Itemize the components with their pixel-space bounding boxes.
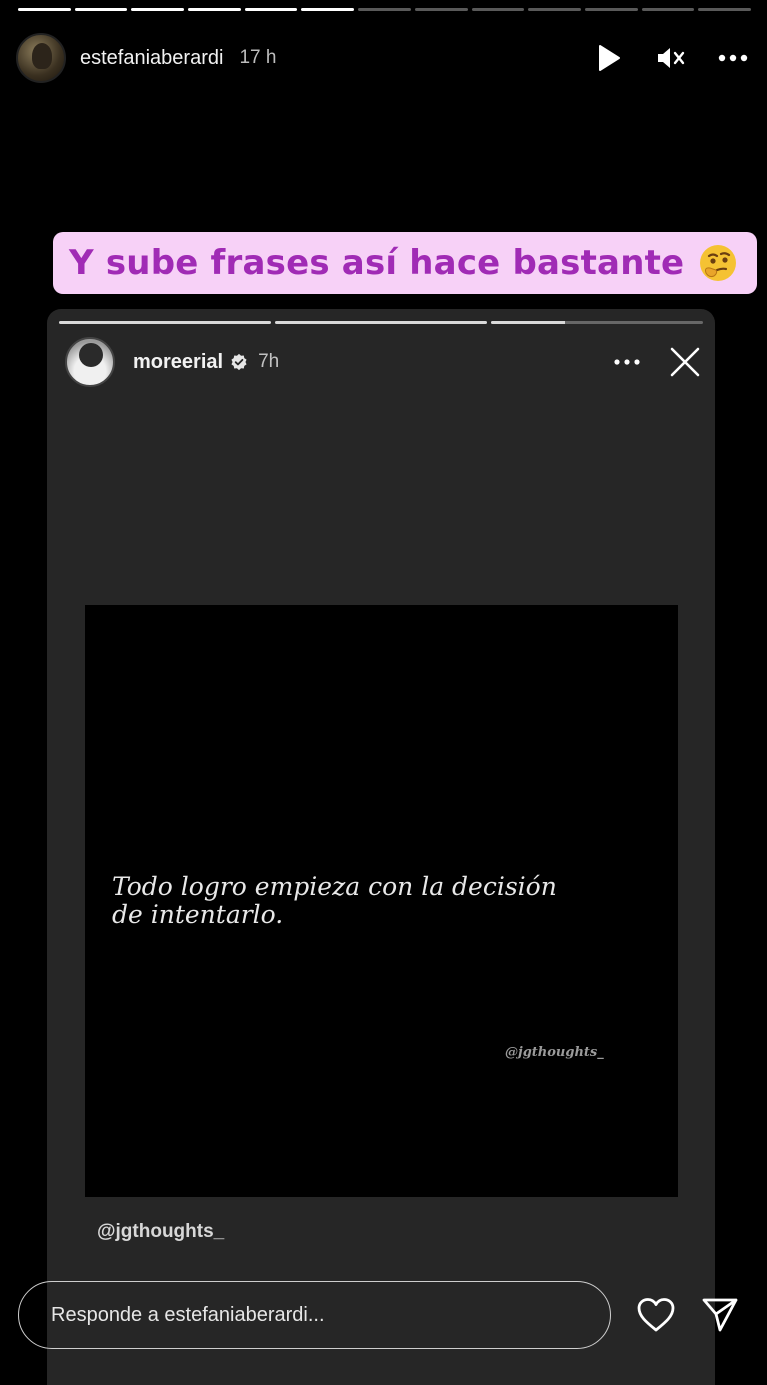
story-header: estefaniaberardi 17 h [16,32,751,84]
progress-segment [358,8,411,11]
story-username[interactable]: estefaniaberardi [80,47,223,70]
close-icon [667,344,703,380]
reply-input[interactable] [51,1303,571,1327]
more-horizontal-icon [609,344,645,380]
heart-icon[interactable] [634,1293,678,1337]
story-progress-bar [18,8,751,11]
play-icon[interactable] [591,40,627,76]
progress-segment [641,8,695,11]
progress-segment [188,8,241,11]
sticker-text: Y sube frases así hace bastante [69,243,685,283]
more-horizontal-icon[interactable] [715,40,751,76]
embedded-progress-segment [491,321,703,324]
story-actions [591,40,751,76]
embedded-story-screenshot: moreerial 7h Todo logro empieza con la d… [47,309,715,1385]
quote-text: Todo logro empieza con la decisión de in… [112,873,592,929]
mention-sticker: @jgthoughts_ [97,1221,225,1242]
text-sticker: Y sube frases así hace bastante [53,232,757,294]
progress-fill [131,8,185,11]
progress-fill [188,8,241,11]
reply-field[interactable] [18,1281,611,1349]
quote-post-image: Todo logro empieza con la decisión de in… [85,605,678,1197]
progress-fill [18,8,71,11]
progress-segment [74,8,128,11]
quote-line-1: Todo logro empieza con la decisión [112,872,557,901]
embedded-username: moreerial [133,350,224,373]
progress-segment [471,8,525,11]
progress-fill [74,8,128,11]
progress-segment [414,8,468,11]
story-viewer: estefaniaberardi 17 h Y sube frases así … [0,0,767,1385]
progress-segment [244,8,298,11]
progress-segment [584,8,638,11]
avatar[interactable] [16,33,66,83]
embedded-progress-fill [59,321,271,324]
thinking-face-emoji [698,243,738,283]
progress-segment [301,8,355,11]
embedded-progress-fill [275,321,487,324]
muted-speaker-icon[interactable] [653,40,689,76]
embedded-progress-segment [275,321,487,324]
progress-segment [131,8,185,11]
quote-line-2: de intentarlo. [112,900,284,929]
send-icon[interactable] [698,1293,742,1337]
embedded-progress-segment [59,321,271,324]
embedded-progress-bar [59,321,703,324]
story-time: 17 h [239,47,277,68]
progress-fill [244,8,298,11]
post-watermark: @jgthoughts_ [505,1045,604,1060]
verified-badge-icon [231,353,247,371]
embedded-actions [609,344,703,380]
progress-fill [301,8,355,11]
embedded-progress-fill [491,321,566,324]
progress-segment [528,8,581,11]
progress-segment [18,8,71,11]
embedded-header: moreerial 7h [65,337,703,387]
progress-segment [698,8,751,11]
embedded-avatar [65,337,115,387]
embedded-time: 7h [258,351,280,372]
